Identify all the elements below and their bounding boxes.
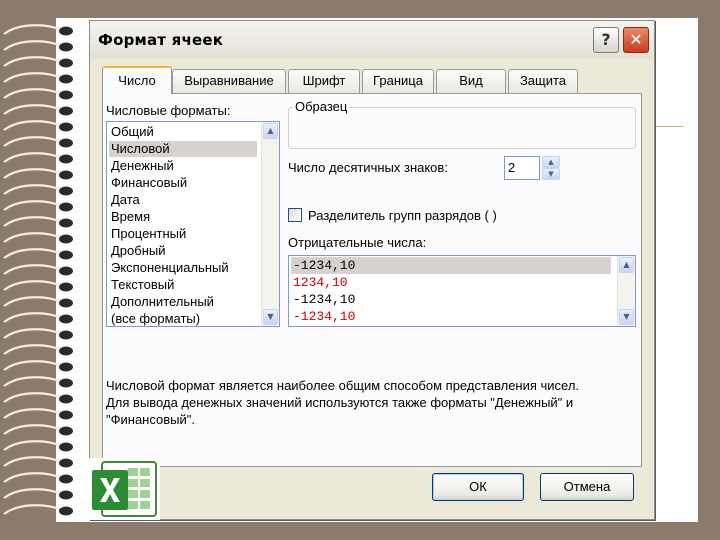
list-item[interactable]: Общий (109, 124, 257, 140)
sample-group: Образец (288, 99, 636, 149)
list-item[interactable]: -1234,10 (291, 308, 611, 325)
list-item[interactable]: Финансовый (109, 175, 257, 191)
close-button[interactable]: ✕ (623, 27, 649, 53)
description-line: Для вывода денежных значений используютс… (106, 395, 574, 410)
sample-label: Образец (293, 99, 350, 114)
negative-numbers-list[interactable]: -1234,10 1234,10 -1234,10 -1234,10 ▲ ▼ (288, 255, 636, 327)
tab-label: Граница (373, 73, 423, 88)
separator-checkbox[interactable] (288, 208, 302, 222)
list-item[interactable]: (все форматы) (109, 311, 257, 327)
scroll-up-icon[interactable]: ▲ (263, 123, 278, 139)
negative-label: Отрицательные числа: (288, 235, 427, 250)
list-item[interactable]: Текстовый (109, 277, 257, 293)
tab-alignment[interactable]: Выравнивание (172, 69, 286, 93)
excel-icon (88, 458, 160, 520)
formats-scrollbar[interactable]: ▲ ▼ (261, 122, 279, 326)
tab-label: Вид (459, 73, 483, 88)
ok-button[interactable]: ОК (432, 473, 524, 501)
list-item[interactable]: 1234,10 (291, 274, 611, 291)
dialog-title: Формат ячеек (98, 31, 224, 49)
tab-protection[interactable]: Защита (508, 69, 578, 93)
decimals-input[interactable]: 2 (504, 156, 540, 180)
dialog-titlebar[interactable]: Формат ячеек ? ✕ (90, 21, 654, 59)
spin-down-icon[interactable]: ▼ (542, 168, 560, 180)
list-item[interactable]: -1234,10 (291, 257, 611, 274)
scroll-down-icon[interactable]: ▼ (619, 309, 634, 325)
decimals-label: Число десятичных знаков: (288, 160, 448, 175)
help-button[interactable]: ? (593, 27, 619, 53)
spiral-binding-icon (3, 24, 73, 516)
separator-label[interactable]: Разделитель групп разрядов ( ) (308, 208, 497, 223)
list-item[interactable]: Числовой (109, 141, 257, 157)
tab-label: Шрифт (302, 73, 346, 88)
list-item[interactable]: Дробный (109, 243, 257, 259)
scroll-down-icon[interactable]: ▼ (263, 309, 278, 325)
description-line: Числовой формат является наиболее общим … (106, 378, 580, 393)
spin-up-icon[interactable]: ▲ (542, 156, 560, 168)
tab-border[interactable]: Граница (362, 69, 434, 93)
list-item[interactable]: Экспоненциальный (109, 260, 257, 276)
list-item[interactable]: -1234,10 (291, 291, 611, 308)
help-icon: ? (601, 30, 611, 49)
negative-scrollbar[interactable]: ▲ ▼ (617, 256, 635, 326)
format-cells-dialog: Формат ячеек ? ✕ Число Выравнивание Шриф… (89, 20, 655, 520)
tab-label: Число (118, 73, 156, 88)
tab-label: Защита (519, 73, 567, 88)
tab-number[interactable]: Число (102, 66, 172, 94)
scroll-up-icon[interactable]: ▲ (619, 257, 634, 273)
tab-font[interactable]: Шрифт (288, 69, 360, 93)
number-formats-list[interactable]: Общий Числовой Денежный Финансовый Дата … (106, 121, 280, 327)
tab-label: Выравнивание (184, 73, 274, 88)
list-item[interactable]: Денежный (109, 158, 257, 174)
list-item[interactable]: Дополнительный (109, 294, 257, 310)
list-item[interactable]: Время (109, 209, 257, 225)
tab-fill[interactable]: Вид (436, 69, 506, 93)
formats-label: Числовые форматы: (106, 103, 231, 118)
list-item[interactable]: Процентный (109, 226, 257, 242)
list-item[interactable]: Дата (109, 192, 257, 208)
description-line: "Финансовый". (106, 412, 195, 427)
close-icon: ✕ (629, 30, 643, 49)
format-description: Числовой формат является наиболее общим … (106, 377, 634, 428)
cancel-button[interactable]: Отмена (540, 473, 634, 501)
